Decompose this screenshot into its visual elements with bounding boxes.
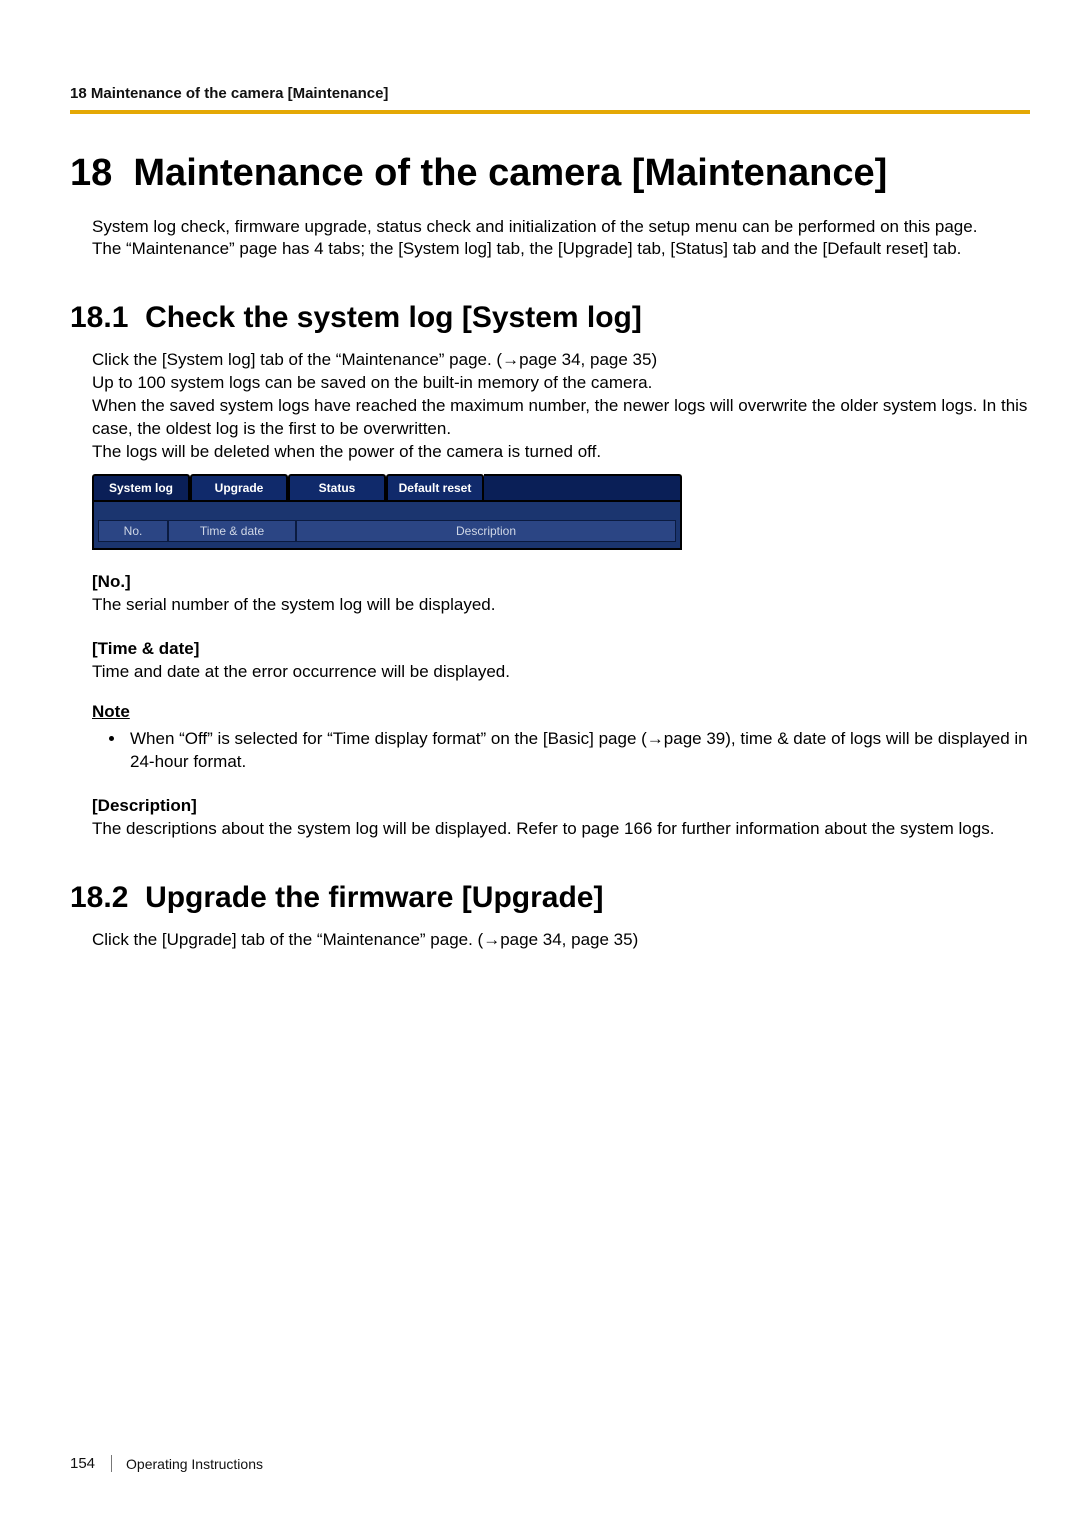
- section-18-1-body: Click the [System log] tab of the “Maint…: [92, 349, 1030, 464]
- section-18-1-p1: Click the [System log] tab of the “Maint…: [92, 349, 1030, 372]
- tab-status[interactable]: Status: [288, 474, 386, 500]
- chapter-title: 18 Maintenance of the camera [Maintenanc…: [70, 150, 1030, 198]
- note-list: When “Off” is selected for “Time display…: [92, 728, 1030, 774]
- system-log-ui: System log Upgrade Status Default reset …: [92, 474, 682, 550]
- chapter-heading: Maintenance of the camera [Maintenance]: [133, 152, 887, 194]
- field-timedate-label: [Time & date]: [92, 639, 1030, 659]
- field-no-label: [No.]: [92, 572, 1030, 592]
- tab-upgrade[interactable]: Upgrade: [190, 474, 288, 500]
- chapter-number: 18: [70, 152, 112, 194]
- tab-default-reset[interactable]: Default reset: [386, 474, 484, 500]
- section-18-1-p2: Up to 100 system logs can be saved on th…: [92, 372, 1030, 395]
- section-18-1-heading: Check the system log [System log]: [145, 301, 642, 334]
- ui-tabs: System log Upgrade Status Default reset: [92, 474, 682, 500]
- field-no-desc: The serial number of the system log will…: [92, 594, 1030, 617]
- col-no: No.: [98, 520, 168, 542]
- section-18-2-body: Click the [Upgrade] tab of the “Maintena…: [92, 929, 1030, 952]
- chapter-intro: System log check, firmware upgrade, stat…: [92, 216, 1030, 262]
- footer: 154 Operating Instructions: [70, 1455, 263, 1472]
- doc-label: Operating Instructions: [112, 1456, 263, 1472]
- running-header: 18 Maintenance of the camera [Maintenanc…: [70, 85, 1030, 114]
- tab-system-log[interactable]: System log: [92, 474, 190, 500]
- field-description-desc: The descriptions about the system log wi…: [92, 818, 1030, 841]
- section-18-1-p4: The logs will be deleted when the power …: [92, 441, 1030, 464]
- section-18-2-number: 18.2: [70, 881, 128, 914]
- col-description: Description: [296, 520, 676, 542]
- section-18-1-title: 18.1 Check the system log [System log]: [70, 301, 1030, 335]
- ui-table-header: No. Time & date Description: [98, 520, 676, 542]
- field-timedate-desc: Time and date at the error occurrence wi…: [92, 661, 1030, 684]
- tab-bar-spacer: [484, 474, 682, 500]
- ui-pane: No. Time & date Description: [92, 500, 682, 550]
- section-18-2-title: 18.2 Upgrade the firmware [Upgrade]: [70, 881, 1030, 915]
- section-18-2-heading: Upgrade the firmware [Upgrade]: [145, 881, 603, 914]
- page-number: 154: [70, 1455, 112, 1472]
- section-18-2-p1: Click the [Upgrade] tab of the “Maintena…: [92, 929, 1030, 952]
- section-18-1-p3: When the saved system logs have reached …: [92, 395, 1030, 441]
- note-item: When “Off” is selected for “Time display…: [126, 728, 1030, 774]
- chapter-intro-p2: The “Maintenance” page has 4 tabs; the […: [92, 238, 1030, 261]
- col-time-date: Time & date: [168, 520, 296, 542]
- note-heading: Note: [92, 702, 1030, 722]
- field-description-label: [Description]: [92, 796, 1030, 816]
- section-18-1-number: 18.1: [70, 301, 128, 334]
- chapter-intro-p1: System log check, firmware upgrade, stat…: [92, 216, 1030, 239]
